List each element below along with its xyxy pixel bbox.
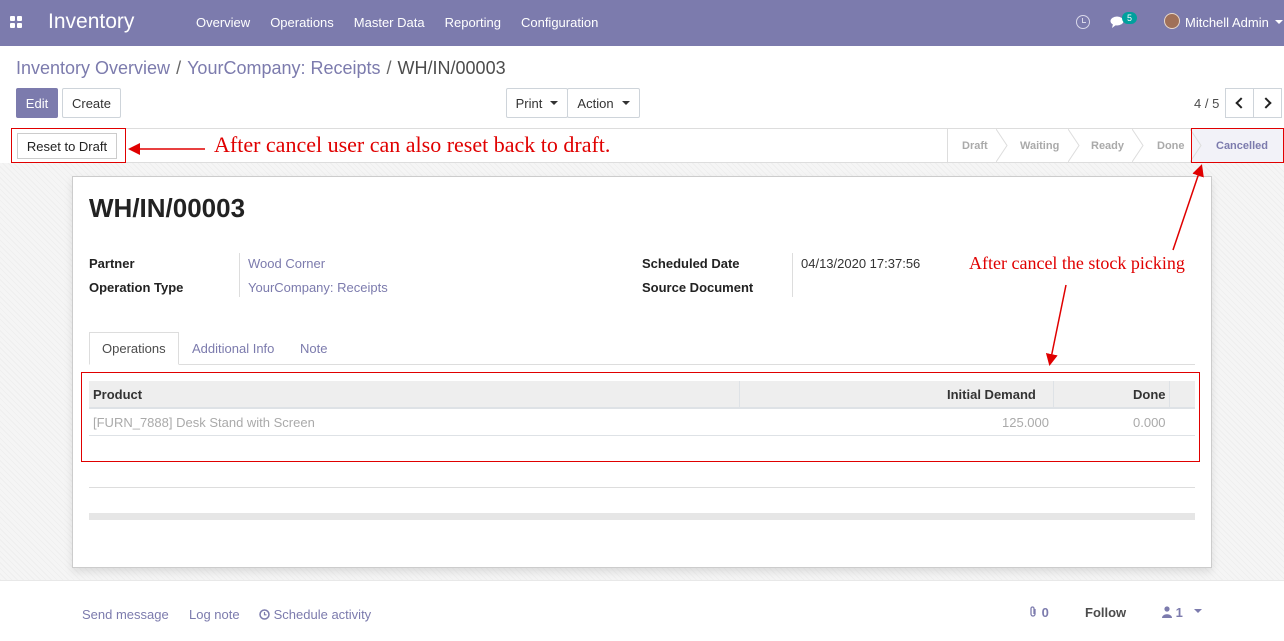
menu-master-data[interactable]: Master Data [354, 15, 425, 30]
breadcrumb-current: WH/IN/00003 [397, 58, 506, 78]
menu-overview[interactable]: Overview [196, 15, 250, 30]
user-name[interactable]: Mitchell Admin [1185, 15, 1269, 30]
stage-arrow [1068, 129, 1080, 162]
row-done: 0.000 [1133, 415, 1166, 430]
pager-previous-button[interactable] [1225, 88, 1254, 118]
print-label: Print [515, 95, 543, 111]
pager-value[interactable]: 4 / 5 [1194, 96, 1219, 111]
row-initial-demand: 125.000 [1002, 415, 1049, 430]
table-row: [FURN_7888] Desk Stand with Screen 125.0… [89, 409, 1195, 436]
tab-operations[interactable]: Operations [89, 332, 179, 365]
clock-icon[interactable] [1076, 15, 1090, 29]
stage-draft[interactable]: Draft [962, 129, 988, 162]
reset-to-draft-button[interactable]: Reset to Draft [17, 133, 117, 159]
scheduled-date-label: Scheduled Date [642, 256, 740, 271]
stage-arrow [1132, 129, 1144, 162]
action-button[interactable]: Action [567, 88, 640, 118]
attachments-button[interactable]: 0 [1028, 605, 1049, 620]
user-icon [1162, 606, 1172, 618]
action-label: Action [577, 95, 614, 111]
tab-note[interactable]: Note [288, 332, 339, 365]
field-divider [239, 253, 240, 297]
attachments-count: 0 [1041, 605, 1049, 620]
chevron-down-icon [550, 101, 559, 105]
column-done[interactable]: Done [1133, 387, 1166, 402]
row-product: [FURN_7888] Desk Stand with Screen [93, 415, 315, 430]
edit-button[interactable]: Edit [16, 88, 58, 118]
menu-reporting[interactable]: Reporting [445, 15, 501, 30]
schedule-activity-link[interactable]: Schedule activity [259, 607, 371, 622]
breadcrumb-receipts[interactable]: YourCompany: Receipts [187, 58, 380, 78]
menu-configuration[interactable]: Configuration [521, 15, 598, 30]
operation-type-value[interactable]: YourCompany: Receipts [248, 280, 388, 295]
apps-grid-icon[interactable] [10, 16, 22, 28]
chat-count-badge: 5 [1122, 12, 1138, 24]
record-title: WH/IN/00003 [89, 193, 246, 223]
chevron-left-icon [1235, 97, 1247, 109]
stage-arrow [1190, 129, 1202, 162]
partner-label: Partner [89, 256, 135, 271]
annotation-reset-note: After cancel user can also reset back to… [214, 132, 611, 157]
column-divider [1169, 381, 1170, 409]
chevron-down-icon[interactable] [1194, 609, 1202, 613]
followers-button[interactable]: 1 [1162, 605, 1183, 620]
main-menu: Overview Operations Master Data Reportin… [196, 15, 618, 30]
table-footer-line [89, 487, 1195, 488]
stage-done[interactable]: Done [1157, 129, 1185, 162]
log-note-link[interactable]: Log note [189, 607, 240, 622]
chevron-down-icon [621, 101, 630, 105]
stage-ready[interactable]: Ready [1091, 129, 1124, 162]
chevron-right-icon [1260, 97, 1272, 109]
stage-divider [947, 129, 948, 162]
stage-arrow [996, 129, 1008, 162]
column-divider [1053, 381, 1054, 409]
column-product[interactable]: Product [93, 387, 142, 402]
field-divider [792, 253, 793, 297]
operations-table-header: Product Initial Demand Done [89, 381, 1195, 409]
follow-button[interactable]: Follow [1085, 605, 1126, 620]
scheduled-date-value: 04/13/2020 17:37:56 [801, 256, 921, 271]
source-document-label: Source Document [642, 280, 754, 295]
schedule-activity-label: Schedule activity [273, 607, 372, 622]
create-button[interactable]: Create [62, 88, 121, 118]
top-navbar: Inventory Overview Operations Master Dat… [0, 0, 1284, 46]
clock-icon [259, 609, 270, 620]
column-divider [739, 381, 740, 409]
table-footer-band [89, 513, 1195, 520]
breadcrumb: Inventory Overview / YourCompany: Receipts… [16, 58, 506, 78]
send-message-link[interactable]: Send message [82, 607, 169, 622]
stage-waiting[interactable]: Waiting [1020, 129, 1059, 162]
tab-additional-info[interactable]: Additional Info [180, 332, 286, 365]
column-initial-demand[interactable]: Initial Demand [947, 387, 1036, 402]
print-button[interactable]: Print [506, 88, 568, 118]
partner-value[interactable]: Wood Corner [248, 256, 325, 271]
stage-cancelled: Cancelled [1192, 129, 1284, 162]
form-sheet [72, 176, 1212, 568]
avatar[interactable] [1164, 13, 1180, 29]
app-title[interactable]: Inventory [48, 10, 134, 34]
pager-next-button[interactable] [1253, 88, 1282, 118]
chevron-down-icon[interactable] [1275, 20, 1283, 24]
followers-count: 1 [1175, 605, 1183, 620]
menu-operations[interactable]: Operations [270, 15, 334, 30]
breadcrumb-inventory-overview[interactable]: Inventory Overview [16, 58, 170, 78]
annotation-cancel-note: After cancel the stock picking [969, 253, 1185, 273]
operation-type-label: Operation Type [89, 280, 184, 295]
paperclip-icon [1030, 606, 1036, 617]
